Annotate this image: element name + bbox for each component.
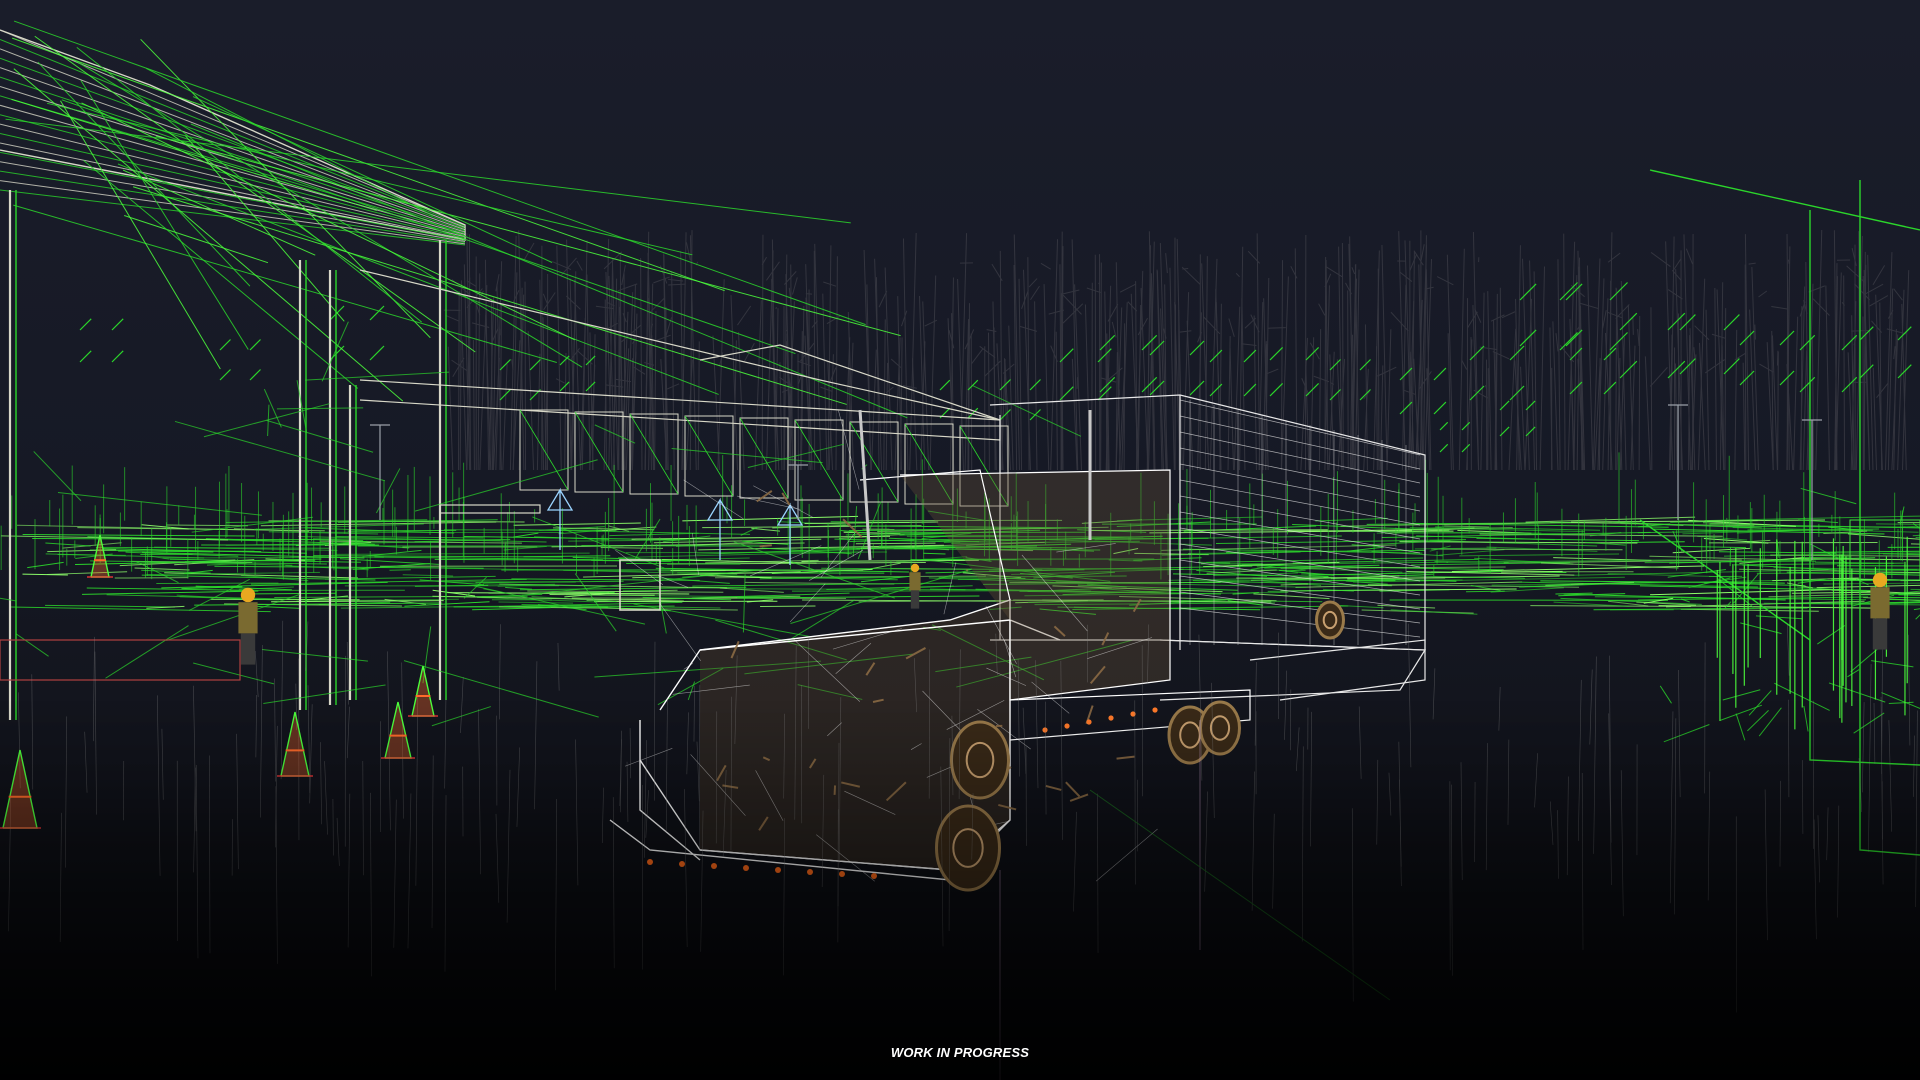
wireframe-viewport[interactable]: WORK IN PROGRESS [0,0,1920,1080]
work-in-progress-label: WORK IN PROGRESS [890,1045,1030,1060]
tree-line [443,230,1910,471]
ground-fade [0,700,1920,1080]
wireframe-scene [0,20,1920,1080]
